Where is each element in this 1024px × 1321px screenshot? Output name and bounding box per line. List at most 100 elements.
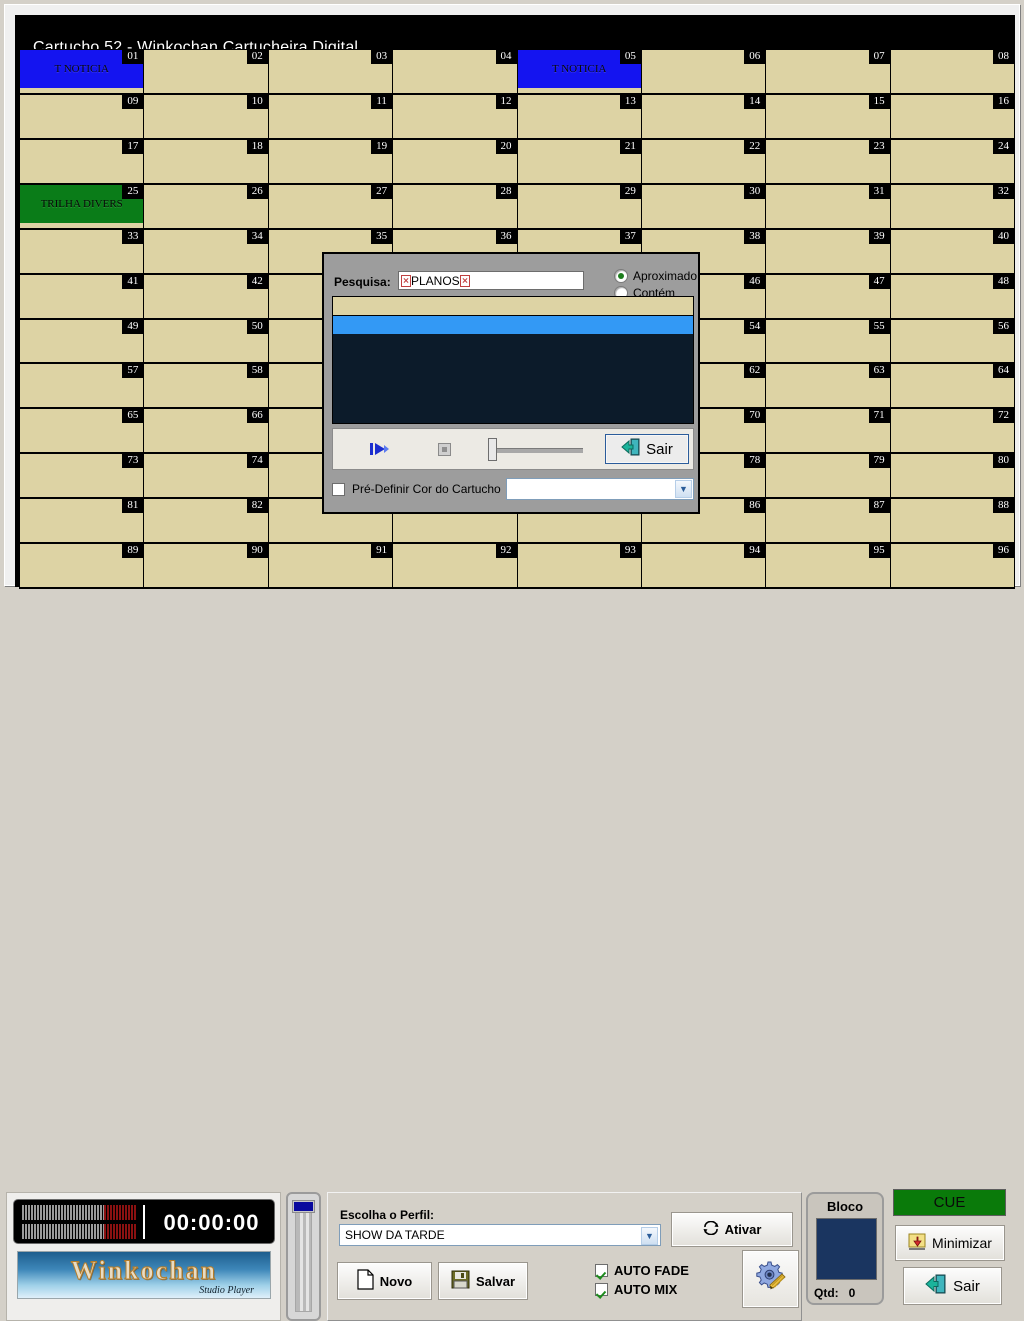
bloco-list[interactable] [816, 1218, 877, 1280]
cartridge-cell-96[interactable]: 96 [890, 544, 1014, 588]
cartridge-number: 79 [868, 454, 890, 469]
cartridge-cell-80[interactable]: 80 [890, 454, 1014, 499]
cartridge-cell-79[interactable]: 79 [766, 454, 890, 499]
cartridge-cell-06[interactable]: 06 [641, 50, 766, 94]
cue-button[interactable]: CUE [893, 1189, 1006, 1216]
chevron-down-icon[interactable]: ▼ [675, 480, 692, 498]
cartridge-cell-23[interactable]: 23 [766, 139, 890, 184]
cartridge-cell-18[interactable]: 18 [144, 139, 268, 184]
cartridge-cell-05[interactable]: T NOTICIA 05 [517, 50, 641, 94]
cartridge-cell-11[interactable]: 11 [268, 94, 393, 139]
radio-aproximado[interactable]: Aproximado [614, 268, 697, 284]
settings-button[interactable] [742, 1250, 799, 1308]
cartridge-cell-71[interactable]: 71 [766, 409, 890, 454]
search-input[interactable]: PLANOS [398, 271, 584, 290]
precolor-checkbox[interactable] [332, 482, 345, 496]
cartridge-cell-01[interactable]: T NOTICIA 01 [20, 50, 144, 94]
minimize-button[interactable]: Minimizar [895, 1225, 1005, 1261]
cartridge-cell-39[interactable]: 39 [766, 229, 890, 274]
cartridge-cell-13[interactable]: 13 [517, 94, 641, 139]
cartridge-cell-41[interactable]: 41 [20, 274, 144, 319]
cartridge-cell-64[interactable]: 64 [890, 364, 1014, 409]
cartridge-cell-28[interactable]: 28 [393, 184, 517, 229]
cartridge-cell-31[interactable]: 31 [766, 184, 890, 229]
cartridge-cell-40[interactable]: 40 [890, 229, 1014, 274]
fader-thumb[interactable] [292, 1200, 315, 1213]
cartridge-cell-25[interactable]: TRILHA DIVERS 25 [20, 184, 144, 229]
cartridge-cell-16[interactable]: 16 [890, 94, 1014, 139]
list-item-selected[interactable] [333, 316, 693, 335]
cartridge-cell-29[interactable]: 29 [517, 184, 641, 229]
fader-track[interactable] [295, 1204, 312, 1312]
auto-fade-row[interactable]: AUTO FADE [595, 1261, 689, 1280]
auto-mix-checkbox[interactable] [595, 1283, 608, 1296]
cartridge-cell-19[interactable]: 19 [268, 139, 393, 184]
cartridge-cell-33[interactable]: 33 [20, 229, 144, 274]
cartridge-cell-92[interactable]: 92 [393, 544, 517, 588]
activate-button[interactable]: Ativar [671, 1212, 793, 1247]
play-icon[interactable] [369, 440, 391, 458]
cartridge-cell-94[interactable]: 94 [641, 544, 766, 588]
cartridge-cell-42[interactable]: 42 [144, 274, 268, 319]
cartridge-cell-81[interactable]: 81 [20, 499, 144, 544]
profile-select[interactable]: SHOW DA TARDE ▼ [339, 1224, 661, 1246]
cartridge-cell-91[interactable]: 91 [268, 544, 393, 588]
cartridge-cell-56[interactable]: 56 [890, 319, 1014, 364]
cartridge-cell-34[interactable]: 34 [144, 229, 268, 274]
cartridge-cell-90[interactable]: 90 [144, 544, 268, 588]
cartridge-cell-55[interactable]: 55 [766, 319, 890, 364]
cartridge-cell-30[interactable]: 30 [641, 184, 766, 229]
master-fader[interactable] [286, 1192, 321, 1321]
cartridge-cell-14[interactable]: 14 [641, 94, 766, 139]
search-results-listbox[interactable] [332, 296, 694, 424]
cartridge-cell-58[interactable]: 58 [144, 364, 268, 409]
cartridge-cell-95[interactable]: 95 [766, 544, 890, 588]
cartridge-cell-82[interactable]: 82 [144, 499, 268, 544]
cartridge-cell-88[interactable]: 88 [890, 499, 1014, 544]
cartridge-cell-09[interactable]: 09 [20, 94, 144, 139]
cartridge-cell-89[interactable]: 89 [20, 544, 144, 588]
cartridge-cell-03[interactable]: 03 [268, 50, 393, 94]
cartridge-number: 02 [246, 50, 268, 64]
auto-mix-row[interactable]: AUTO MIX [595, 1280, 689, 1299]
cartridge-cell-32[interactable]: 32 [890, 184, 1014, 229]
color-combo[interactable]: ▼ [506, 478, 694, 500]
cartridge-cell-73[interactable]: 73 [20, 454, 144, 499]
cartridge-cell-74[interactable]: 74 [144, 454, 268, 499]
cartridge-cell-47[interactable]: 47 [766, 274, 890, 319]
cartridge-cell-08[interactable]: 08 [890, 50, 1014, 94]
cartridge-cell-27[interactable]: 27 [268, 184, 393, 229]
cartridge-cell-21[interactable]: 21 [517, 139, 641, 184]
position-slider-thumb[interactable] [488, 438, 497, 461]
cartridge-cell-17[interactable]: 17 [20, 139, 144, 184]
cartridge-cell-48[interactable]: 48 [890, 274, 1014, 319]
cartridge-cell-12[interactable]: 12 [393, 94, 517, 139]
cartridge-cell-22[interactable]: 22 [641, 139, 766, 184]
cartridge-cell-87[interactable]: 87 [766, 499, 890, 544]
cartridge-cell-20[interactable]: 20 [393, 139, 517, 184]
cartridge-cell-66[interactable]: 66 [144, 409, 268, 454]
cartridge-cell-24[interactable]: 24 [890, 139, 1014, 184]
cartridge-cell-50[interactable]: 50 [144, 319, 268, 364]
position-slider-track[interactable] [488, 448, 583, 453]
cartridge-cell-04[interactable]: 04 [393, 50, 517, 94]
auto-fade-checkbox[interactable] [595, 1264, 608, 1277]
list-item[interactable] [333, 297, 693, 316]
dialog-exit-button[interactable]: Sair [605, 434, 689, 464]
save-button[interactable]: Salvar [438, 1262, 528, 1300]
cartridge-cell-57[interactable]: 57 [20, 364, 144, 409]
cartridge-cell-65[interactable]: 65 [20, 409, 144, 454]
cartridge-cell-49[interactable]: 49 [20, 319, 144, 364]
cartridge-cell-93[interactable]: 93 [517, 544, 641, 588]
cartridge-cell-07[interactable]: 07 [766, 50, 890, 94]
cartridge-cell-02[interactable]: 02 [144, 50, 268, 94]
cartridge-cell-10[interactable]: 10 [144, 94, 268, 139]
cartridge-cell-15[interactable]: 15 [766, 94, 890, 139]
cartridge-cell-26[interactable]: 26 [144, 184, 268, 229]
exit-button[interactable]: Sair [903, 1267, 1002, 1305]
chevron-down-icon[interactable]: ▼ [641, 1227, 658, 1245]
cartridge-cell-72[interactable]: 72 [890, 409, 1014, 454]
cartridge-cell-63[interactable]: 63 [766, 364, 890, 409]
new-button[interactable]: Novo [337, 1262, 432, 1300]
stop-icon[interactable] [438, 443, 451, 456]
